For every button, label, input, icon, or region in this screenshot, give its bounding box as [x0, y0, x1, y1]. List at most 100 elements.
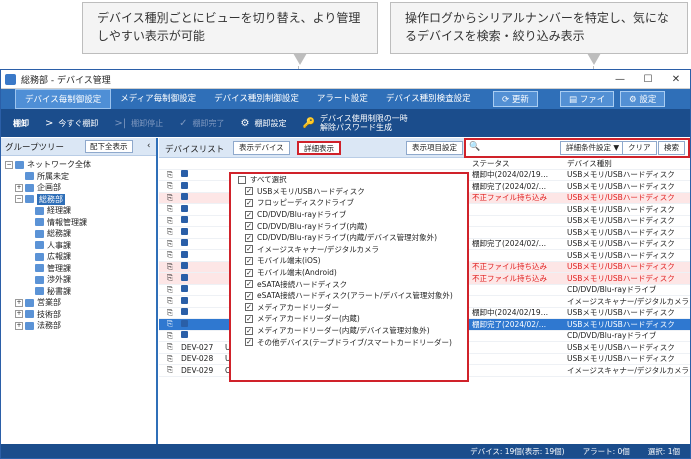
option-label: モバイル端末(iOS) — [257, 256, 321, 266]
view-devices-button[interactable]: 表示デバイス — [233, 141, 290, 155]
device-type-option[interactable]: ✓ メディアカードリーダー(内蔵/デバイス管理対象外) — [231, 325, 467, 337]
stop-inventory-button[interactable]: >| 棚卸停止 — [114, 118, 163, 129]
device-type-option[interactable]: ✓ モバイル端末(iOS) — [231, 255, 467, 267]
checkbox[interactable]: ✓ — [245, 268, 253, 277]
expand-icon[interactable]: + — [15, 321, 23, 330]
device-id-cell — [181, 285, 225, 294]
tree-node[interactable]: 所属未定 — [5, 171, 156, 183]
tab-device-type-control[interactable]: デバイス種別制御設定 — [205, 89, 308, 109]
attach-icon: ⎘ — [167, 307, 173, 317]
select-all-option[interactable]: すべて選択 — [231, 174, 467, 186]
tab-media-control[interactable]: メディア毎制御設定 — [111, 89, 205, 109]
clear-button[interactable]: クリア — [622, 141, 657, 155]
device-type-option[interactable]: ✓ フロッピーディスクドライブ — [231, 197, 467, 209]
attach-icon: ⎘ — [167, 365, 173, 375]
tab-device-control[interactable]: デバイス毎制御設定 — [15, 89, 112, 109]
expand-icon[interactable]: + — [15, 310, 23, 319]
device-type-option[interactable]: ✓ eSATA接続ハードディスク(アラート/デバイス管理対象外) — [231, 290, 467, 302]
group-tree: − ネットワーク全体 所属未定 + 企画部 − 総務部 経理課 情報管理課 総務課 人事課 広報課 管理… — [1, 156, 156, 332]
checkbox[interactable]: ✓ — [245, 303, 253, 312]
device-type-option[interactable]: ✓ モバイル端末(Android) — [231, 267, 467, 279]
cell-c7: 不正ファイル持ち込み — [472, 262, 547, 272]
tree-node[interactable]: − ネットワーク全体 — [5, 159, 156, 171]
column-settings-button[interactable]: 表示項目設定 — [406, 141, 463, 155]
device-id-cell — [181, 181, 225, 191]
checkbox[interactable]: ✓ — [245, 245, 253, 254]
stop-label: 棚卸停止 — [131, 118, 164, 128]
checkbox[interactable]: ✓ — [245, 338, 253, 347]
cell-c8: USBメモリ/USBハードディスク — [567, 239, 675, 249]
tab-alert-settings[interactable]: アラート設定 — [308, 89, 377, 109]
expand-icon[interactable]: + — [15, 298, 23, 307]
tree-node[interactable]: + 営業部 — [5, 297, 156, 309]
tree-node[interactable]: + 法務部 — [5, 320, 156, 332]
tree-node[interactable]: 秘書課 — [5, 286, 156, 298]
device-type-option[interactable]: ✓ イメージスキャナー/デジタルカメラ — [231, 244, 467, 256]
checkbox[interactable] — [238, 175, 246, 184]
tree-node[interactable]: 総務課 — [5, 228, 156, 240]
conditions-dropdown[interactable]: 詳細条件設定 ▼ — [560, 141, 626, 155]
tab-device-type-inspection[interactable]: デバイス種別検査設定 — [377, 89, 480, 109]
table-row[interactable]: ステータス デバイス種別 — [159, 158, 690, 170]
tree-node[interactable]: 人事課 — [5, 240, 156, 252]
tree-node[interactable]: − 総務部 — [5, 193, 156, 206]
expand-icon[interactable]: − — [15, 195, 23, 204]
search-button[interactable]: 検索 — [658, 141, 685, 155]
tree-node[interactable]: + 技術部 — [5, 309, 156, 321]
checkbox[interactable]: ✓ — [245, 222, 253, 231]
device-type-option[interactable]: ✓ メディアカードリーダー — [231, 302, 467, 314]
tree-node-label: 情報管理課 — [47, 217, 87, 227]
checkbox[interactable]: ✓ — [245, 233, 253, 242]
checkbox[interactable]: ✓ — [245, 326, 253, 335]
selected-count: 選択: 1個 — [647, 446, 680, 456]
device-type-option[interactable]: ✓ CD/DVD/Blu-rayドライブ(内蔵/デバイス管理対象外) — [231, 232, 467, 244]
collapse-icon[interactable]: ‹ — [147, 141, 150, 151]
tree-node-label: 所属未定 — [37, 171, 69, 181]
checkbox[interactable]: ✓ — [245, 280, 253, 289]
maximize-button[interactable]: ☐ — [634, 74, 662, 85]
attach-icon: ⎘ — [167, 215, 173, 225]
device-type-option[interactable]: ✓ eSATA接続ハードディスク — [231, 278, 467, 290]
group-icon — [25, 310, 34, 319]
attach-icon: ⎘ — [167, 192, 173, 202]
cell-c8: USBメモリ/USBハードディスク — [567, 193, 675, 203]
device-type-option[interactable]: ✓ USBメモリ/USBハードディスク — [231, 186, 467, 198]
option-label: CD/DVD/Blu-rayドライブ(内蔵/デバイス管理対象外) — [257, 233, 438, 243]
minimize-button[interactable]: — — [606, 74, 634, 85]
tree-node[interactable]: 管理課 — [5, 263, 156, 275]
tree-node[interactable]: 渉外課 — [5, 274, 156, 286]
detail-view-button[interactable]: 詳細表示 — [297, 141, 341, 155]
settings-button[interactable]: ⚙ 設定 — [620, 91, 666, 107]
tree-node[interactable]: 経理課 — [5, 205, 156, 217]
start-inventory-button[interactable]: > 今すぐ棚卸 — [45, 118, 98, 129]
refresh-button[interactable]: ⟳ 更新 — [493, 91, 538, 107]
checkbox[interactable]: ✓ — [245, 314, 253, 323]
checkbox[interactable]: ✓ — [245, 187, 253, 196]
checkbox[interactable]: ✓ — [245, 256, 253, 265]
file-button[interactable]: ▤ ファイ — [560, 91, 615, 107]
tree-node[interactable]: + 企画部 — [5, 182, 156, 194]
checkbox[interactable]: ✓ — [245, 198, 253, 207]
option-label: その他デバイス(テープドライブ/スマートカードリーダー) — [257, 337, 452, 347]
tree-node[interactable]: 広報課 — [5, 251, 156, 263]
device-type-option[interactable]: ✓ CD/DVD/Blu-rayドライブ(内蔵) — [231, 220, 467, 232]
checkbox[interactable]: ✓ — [245, 210, 253, 219]
group-icon — [35, 264, 44, 273]
cell-c7: 不正ファイル持ち込み — [472, 273, 547, 283]
close-button[interactable]: ✕ — [662, 74, 690, 85]
device-type-option[interactable]: ✓ メディアカードリーダー(内蔵) — [231, 313, 467, 325]
inventory-settings-button[interactable]: ⚙ 棚卸設定 — [241, 118, 287, 129]
expand-all-button[interactable]: 配下全表示 — [85, 140, 133, 153]
expand-icon[interactable]: − — [5, 160, 13, 169]
option-label: eSATA接続ハードディスク — [257, 279, 348, 289]
device-type-option[interactable]: ✓ CD/DVD/Blu-rayドライブ — [231, 209, 467, 221]
complete-inventory-button[interactable]: ✓ 棚卸完了 — [179, 118, 224, 129]
unlock-password-button[interactable]: 🔑 デバイス使用制限の一時解除パスワード生成 — [303, 114, 413, 132]
expand-icon[interactable]: + — [15, 183, 23, 192]
option-label: USBメモリ/USBハードディスク — [257, 186, 365, 196]
device-id-cell — [181, 319, 225, 329]
tree-node[interactable]: 情報管理課 — [5, 217, 156, 229]
callout-pointer — [587, 53, 601, 65]
checkbox[interactable]: ✓ — [245, 291, 253, 300]
device-type-option[interactable]: ✓ その他デバイス(テープドライブ/スマートカードリーダー) — [231, 336, 467, 348]
